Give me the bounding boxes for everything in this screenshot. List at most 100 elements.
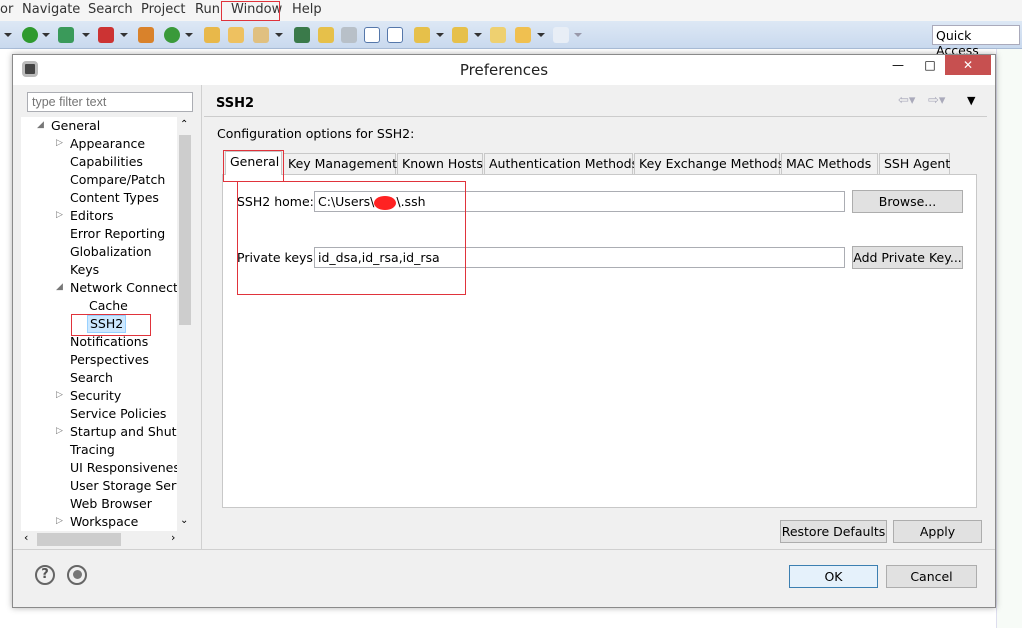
dropdown-icon[interactable]: [474, 33, 482, 37]
pencil-icon[interactable]: [253, 27, 269, 43]
tree-item[interactable]: Error Reporting: [68, 225, 167, 243]
tree-item[interactable]: Security: [68, 387, 123, 405]
dropdown-icon[interactable]: [537, 33, 545, 37]
window-menu-highlight: [221, 1, 280, 21]
open-type-icon[interactable]: [204, 27, 220, 43]
tree-item[interactable]: Capabilities: [68, 153, 145, 171]
tab-ssh-agent[interactable]: SSH Agent: [879, 153, 950, 174]
run-config-icon[interactable]: [58, 27, 74, 43]
toolbar: [0, 21, 1022, 49]
back-icon[interactable]: [515, 27, 531, 43]
tree-item[interactable]: Editors: [68, 207, 116, 225]
dropdown-icon[interactable]: [4, 33, 12, 37]
dropdown-icon[interactable]: [120, 33, 128, 37]
menu-help[interactable]: Help: [292, 2, 322, 17]
forward-nav-icon[interactable]: ⇨▾: [928, 93, 945, 108]
dropdown-icon[interactable]: [436, 33, 444, 37]
external-tools-icon[interactable]: [98, 27, 114, 43]
dialog-title: Preferences: [459, 61, 549, 79]
tab-key-management[interactable]: Key Management: [283, 153, 397, 174]
page-header: SSH2 ⇦▾ ⇨▾ ▼: [204, 87, 987, 117]
tree-item[interactable]: Globalization: [68, 243, 154, 261]
show-whitespace-icon[interactable]: [387, 27, 403, 43]
scroll-right-icon[interactable]: ›: [171, 531, 175, 544]
collapse-arrow-icon[interactable]: ◢: [56, 282, 63, 292]
menu-search[interactable]: Search: [88, 2, 133, 17]
tab-known-hosts[interactable]: Known Hosts: [397, 153, 483, 174]
tree-item[interactable]: Search: [68, 369, 115, 387]
cancel-button[interactable]: Cancel: [886, 565, 977, 588]
ok-button[interactable]: OK: [789, 565, 878, 588]
view-menu-icon[interactable]: ▼: [967, 94, 975, 107]
tree-item[interactable]: Web Browser: [68, 495, 154, 513]
dropdown-icon[interactable]: [185, 33, 193, 37]
editor-background: [996, 49, 1022, 628]
tree-item[interactable]: UI Responsiveness: [68, 459, 188, 477]
close-button[interactable]: ✕: [945, 55, 991, 75]
tree-item[interactable]: Tracing: [68, 441, 117, 459]
tree-horizontal-thumb[interactable]: [37, 533, 121, 546]
forward-icon[interactable]: [553, 27, 569, 43]
scroll-down-icon[interactable]: ⌄: [180, 515, 188, 526]
page-description: Configuration options for SSH2:: [217, 126, 415, 141]
quick-access-input[interactable]: Quick Access: [932, 25, 1020, 58]
tree-item[interactable]: Workspace: [68, 513, 140, 531]
expand-arrow-icon[interactable]: ▷: [56, 138, 63, 148]
dropdown-icon[interactable]: [574, 33, 582, 37]
tree-item[interactable]: User Storage Service: [68, 477, 191, 495]
ssh2-tree-highlight: [71, 314, 151, 336]
prev-annotation-icon[interactable]: [452, 27, 468, 43]
collapse-arrow-icon[interactable]: ◢: [37, 120, 44, 130]
browse-button[interactable]: Browse...: [852, 190, 963, 213]
tree-item[interactable]: Appearance: [68, 135, 147, 153]
settings-icon[interactable]: [341, 27, 357, 43]
dropdown-icon[interactable]: [42, 33, 50, 37]
expand-arrow-icon[interactable]: ▷: [56, 426, 63, 436]
menu-project[interactable]: Project: [141, 2, 185, 17]
title-bar: Preferences — □ ✕: [13, 55, 995, 85]
separator: [13, 549, 995, 550]
scroll-up-icon[interactable]: ⌃: [180, 119, 188, 130]
tree-item[interactable]: Service Policies: [68, 405, 168, 423]
dropdown-icon[interactable]: [275, 33, 283, 37]
tree-item[interactable]: Compare/Patch: [68, 171, 167, 189]
tree-item[interactable]: General: [49, 117, 102, 135]
menu-run[interactable]: Run: [195, 2, 220, 17]
maximize-button[interactable]: □: [915, 55, 945, 75]
tab-authentication-methods[interactable]: Authentication Methods: [484, 153, 638, 174]
minimize-button[interactable]: —: [883, 55, 913, 75]
tree-item[interactable]: Keys: [68, 261, 101, 279]
tree-vertical-thumb[interactable]: [179, 135, 191, 325]
tab-mac-methods[interactable]: MAC Methods: [781, 153, 878, 174]
new-package-icon[interactable]: [138, 27, 154, 43]
add-private-key-button[interactable]: Add Private Key...: [852, 246, 963, 269]
menu-edit[interactable]: or: [0, 2, 13, 17]
dropdown-icon[interactable]: [82, 33, 90, 37]
last-edit-icon[interactable]: [490, 27, 506, 43]
tree-item[interactable]: Network Connections: [68, 279, 191, 297]
expand-arrow-icon[interactable]: ▷: [56, 210, 63, 220]
menu-navigate[interactable]: Navigate: [22, 2, 80, 17]
next-annotation-icon[interactable]: [414, 27, 430, 43]
run-icon[interactable]: [22, 27, 38, 43]
block-select-icon[interactable]: [364, 27, 380, 43]
help-icon[interactable]: ?: [35, 565, 55, 585]
scroll-left-icon[interactable]: ‹: [24, 531, 28, 544]
tree-item[interactable]: Content Types: [68, 189, 161, 207]
apply-button[interactable]: Apply: [893, 520, 982, 543]
import-export-icon[interactable]: [67, 565, 87, 585]
expand-arrow-icon[interactable]: ▷: [56, 390, 63, 400]
expand-arrow-icon[interactable]: ▷: [56, 516, 63, 526]
tab-key-exchange-methods[interactable]: Key Exchange Methods: [634, 153, 784, 174]
fields-highlight: [237, 181, 466, 295]
search-icon[interactable]: [294, 27, 310, 43]
back-nav-icon[interactable]: ⇦▾: [898, 93, 915, 108]
restore-defaults-button[interactable]: Restore Defaults: [780, 520, 887, 543]
tree-item[interactable]: Cache: [87, 297, 130, 315]
tree-item[interactable]: Startup and Shutdown: [68, 423, 191, 441]
new-class-icon[interactable]: [164, 27, 180, 43]
filter-input[interactable]: [27, 92, 193, 112]
tree-item[interactable]: Perspectives: [68, 351, 151, 369]
open-folder-icon[interactable]: [228, 27, 244, 43]
brush-icon[interactable]: [318, 27, 334, 43]
